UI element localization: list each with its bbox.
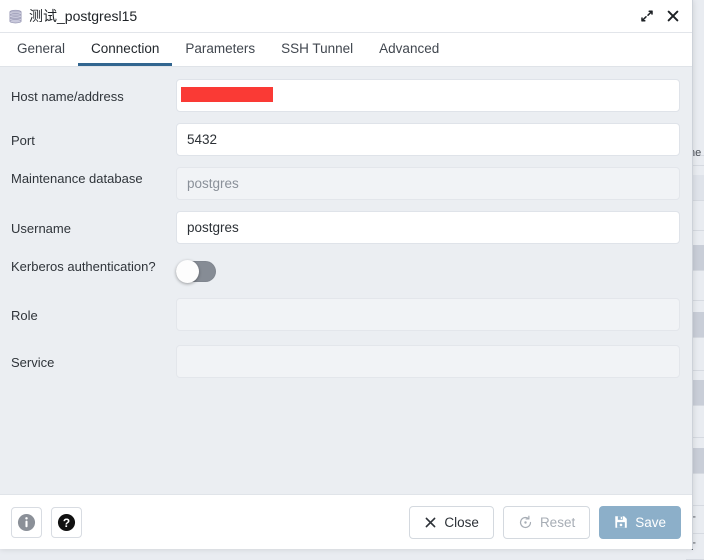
connection-form: Host name/address Port 5432 Maintenance … (0, 67, 692, 494)
role-field-wrap (176, 298, 686, 331)
form-row-role: Role (0, 298, 686, 331)
svg-text:?: ? (63, 515, 70, 529)
dialog-titlebar: 测试_postgresl15 (0, 0, 692, 33)
redaction-overlay (181, 87, 273, 102)
role-label: Role (11, 308, 38, 323)
host-field-wrap (176, 79, 686, 112)
service-input[interactable] (176, 345, 680, 378)
form-row-maintenance-db: Maintenance database postgres (0, 167, 686, 200)
maintenance-db-label: Maintenance database (11, 171, 143, 186)
tab-ssh-tunnel[interactable]: SSH Tunnel (268, 33, 366, 66)
form-row-port: Port 5432 (0, 123, 686, 156)
maintenance-db-field-wrap: postgres (176, 167, 686, 200)
form-row-username: Username postgres (0, 211, 686, 244)
maximize-icon[interactable] (634, 3, 660, 29)
help-button[interactable]: ? (51, 506, 82, 538)
port-label: Port (11, 133, 35, 148)
toggle-knob (176, 260, 199, 283)
close-button[interactable]: Close (409, 505, 494, 539)
x-icon (426, 517, 436, 527)
host-label: Host name/address (11, 89, 124, 104)
tab-connection[interactable]: Connection (78, 33, 173, 66)
reset-button-label: Reset (539, 514, 576, 530)
info-button[interactable] (11, 506, 42, 538)
username-input[interactable]: postgres (176, 211, 680, 244)
server-properties-dialog: 测试_postgresl15 General Connection Parame… (0, 0, 693, 549)
close-icon[interactable] (660, 3, 686, 29)
username-field-wrap: postgres (176, 211, 686, 244)
dialog-title: 测试_postgresl15 (29, 8, 138, 24)
close-button-label: Close (444, 514, 479, 530)
tab-parameters[interactable]: Parameters (172, 33, 268, 66)
tab-advanced[interactable]: Advanced (366, 33, 452, 66)
question-mark-icon: ? (57, 513, 76, 531)
form-row-service: Service (0, 345, 686, 378)
form-row-kerberos: Kerberos authentication? (0, 255, 686, 283)
server-icon (9, 9, 22, 23)
save-button-label: Save (635, 514, 666, 530)
save-button[interactable]: Save (599, 505, 681, 539)
port-field-wrap: 5432 (176, 123, 686, 156)
reset-icon (519, 515, 532, 528)
tab-general[interactable]: General (4, 33, 78, 66)
reset-button[interactable]: Reset (502, 505, 591, 539)
service-label: Service (11, 355, 55, 370)
port-input[interactable]: 5432 (176, 123, 680, 156)
kerberos-field-wrap (176, 255, 686, 283)
dialog-tabbar: General Connection Parameters SSH Tunnel… (0, 33, 692, 67)
info-icon (17, 513, 36, 531)
username-label: Username (11, 221, 71, 236)
save-disk-icon (615, 516, 627, 528)
form-row-host: Host name/address (0, 79, 686, 112)
host-input[interactable] (176, 79, 680, 112)
maintenance-db-input[interactable]: postgres (176, 167, 680, 200)
dialog-footer: ? Close Reset Save (0, 494, 692, 549)
role-input[interactable] (176, 298, 680, 331)
kerberos-toggle[interactable] (176, 260, 216, 283)
kerberos-label: Kerberos authentication? (11, 259, 156, 274)
service-field-wrap (176, 345, 686, 378)
